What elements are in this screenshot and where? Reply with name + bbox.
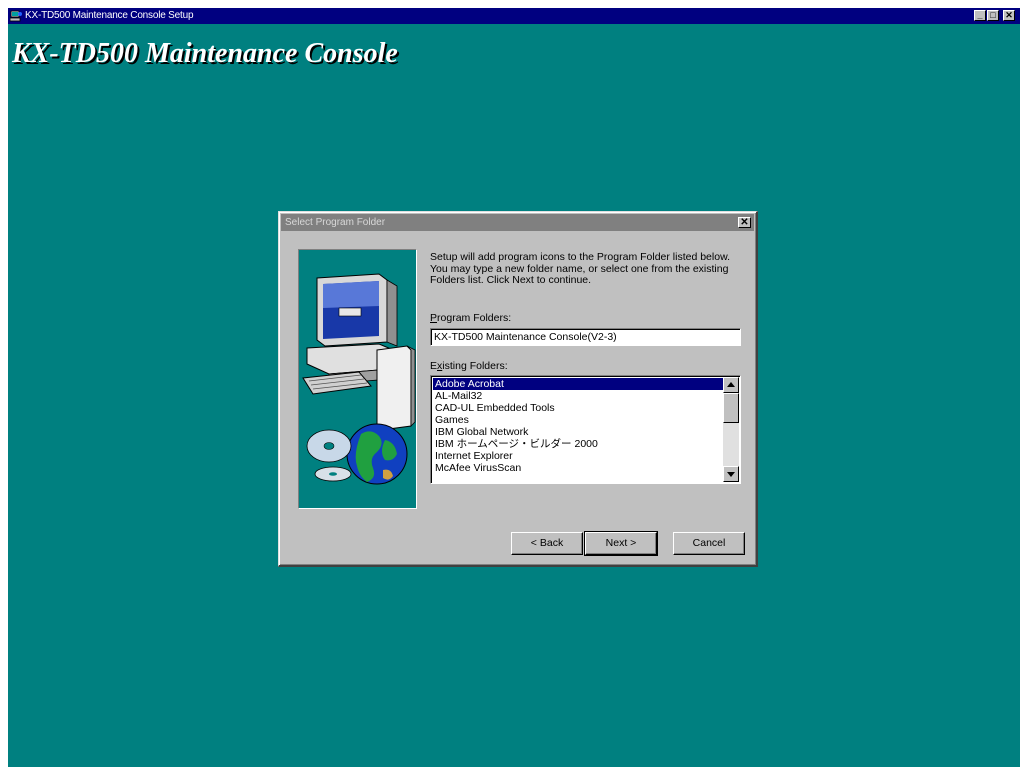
- setup-illustration: [298, 249, 417, 509]
- program-folder-input[interactable]: KX-TD500 Maintenance Console(V2-3): [430, 328, 741, 346]
- scroll-down-button[interactable]: [723, 466, 739, 482]
- select-program-folder-dialog: Select Program Folder ✕ Setup will add p…: [278, 211, 758, 567]
- window-title: KX-TD500 Maintenance Console Setup: [25, 10, 194, 21]
- dialog-titlebar[interactable]: Select Program Folder ✕: [281, 214, 754, 231]
- arrow-down-icon: [727, 472, 735, 477]
- back-button[interactable]: < Back: [511, 532, 583, 555]
- scroll-up-button[interactable]: [723, 377, 739, 393]
- next-button[interactable]: Next >: [584, 531, 658, 556]
- existing-folders-list[interactable]: Adobe Acrobat AL-Mail32 CAD-UL Embedded …: [430, 375, 741, 484]
- scroll-thumb[interactable]: [723, 393, 739, 423]
- list-item[interactable]: CAD-UL Embedded Tools: [433, 402, 724, 414]
- arrow-up-icon: [727, 382, 735, 387]
- maximize-button[interactable]: □: [987, 10, 999, 21]
- list-item[interactable]: AL-Mail32: [433, 390, 724, 402]
- list-item[interactable]: Games: [433, 414, 724, 426]
- list-item[interactable]: McAfee VirusScan: [433, 462, 724, 474]
- dialog-description: Setup will add program icons to the Prog…: [430, 251, 730, 286]
- setup-heading: KX-TD500 Maintenance Console: [12, 38, 398, 69]
- dialog-title: Select Program Folder: [285, 217, 386, 228]
- setup-app-icon: [9, 10, 22, 22]
- minimize-button[interactable]: _: [974, 10, 986, 21]
- list-scrollbar[interactable]: [723, 377, 739, 482]
- window-titlebar[interactable]: KX-TD500 Maintenance Console Setup _ □ ✕: [8, 8, 1020, 24]
- dialog-close-button[interactable]: ✕: [738, 217, 751, 228]
- list-item[interactable]: Adobe Acrobat: [433, 378, 724, 390]
- cancel-button[interactable]: Cancel: [673, 532, 745, 555]
- list-item[interactable]: IBM ホームページ・ビルダー 2000: [433, 438, 724, 450]
- program-folders-label: Program Folders:: [430, 312, 512, 324]
- setup-window: KX-TD500 Maintenance Console Setup _ □ ✕…: [8, 8, 1020, 767]
- list-item[interactable]: Internet Explorer: [433, 450, 724, 462]
- close-window-button[interactable]: ✕: [1003, 10, 1015, 21]
- list-item[interactable]: IBM Global Network: [433, 426, 724, 438]
- existing-folders-label: Existing Folders:: [430, 360, 508, 372]
